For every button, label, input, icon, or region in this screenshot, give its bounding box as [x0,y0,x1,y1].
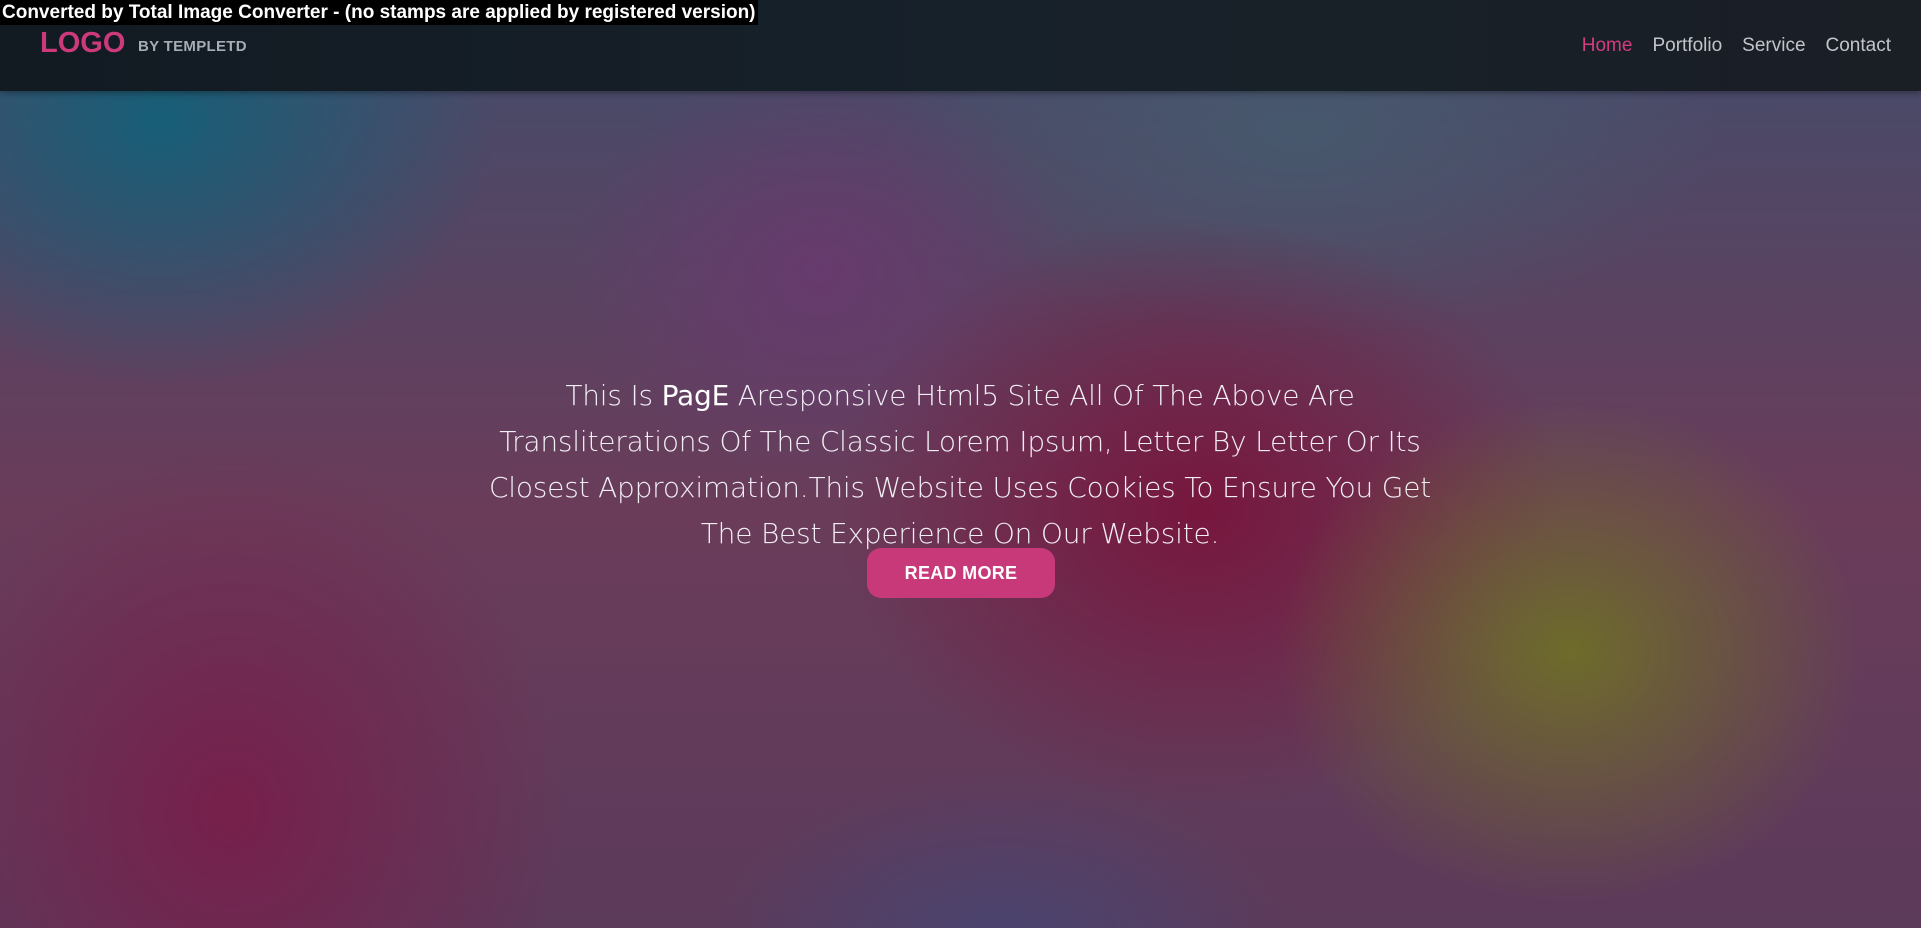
site-logo[interactable]: LOGO [40,28,125,58]
nav-item-portfolio[interactable]: Portfolio [1652,34,1722,58]
nav-item-contact[interactable]: Contact [1826,34,1891,58]
nav-item-home[interactable]: Home [1582,34,1633,58]
hero-text-before: This Is [565,379,662,412]
hero-description: This Is PagE Aresponsive Html5 Site All … [460,373,1460,557]
nav-item-service[interactable]: Service [1742,34,1805,58]
read-more-button[interactable]: READ MORE [867,548,1055,598]
main-nav: Home Portfolio Service Contact [1582,34,1891,58]
hero-brand: PagE [661,379,730,412]
converter-watermark: Converted by Total Image Converter - (no… [0,0,758,25]
page: LOGO BY TEMPLETD Home Portfolio Service … [0,0,1921,928]
logo-byline: BY TEMPLETD [138,38,247,55]
